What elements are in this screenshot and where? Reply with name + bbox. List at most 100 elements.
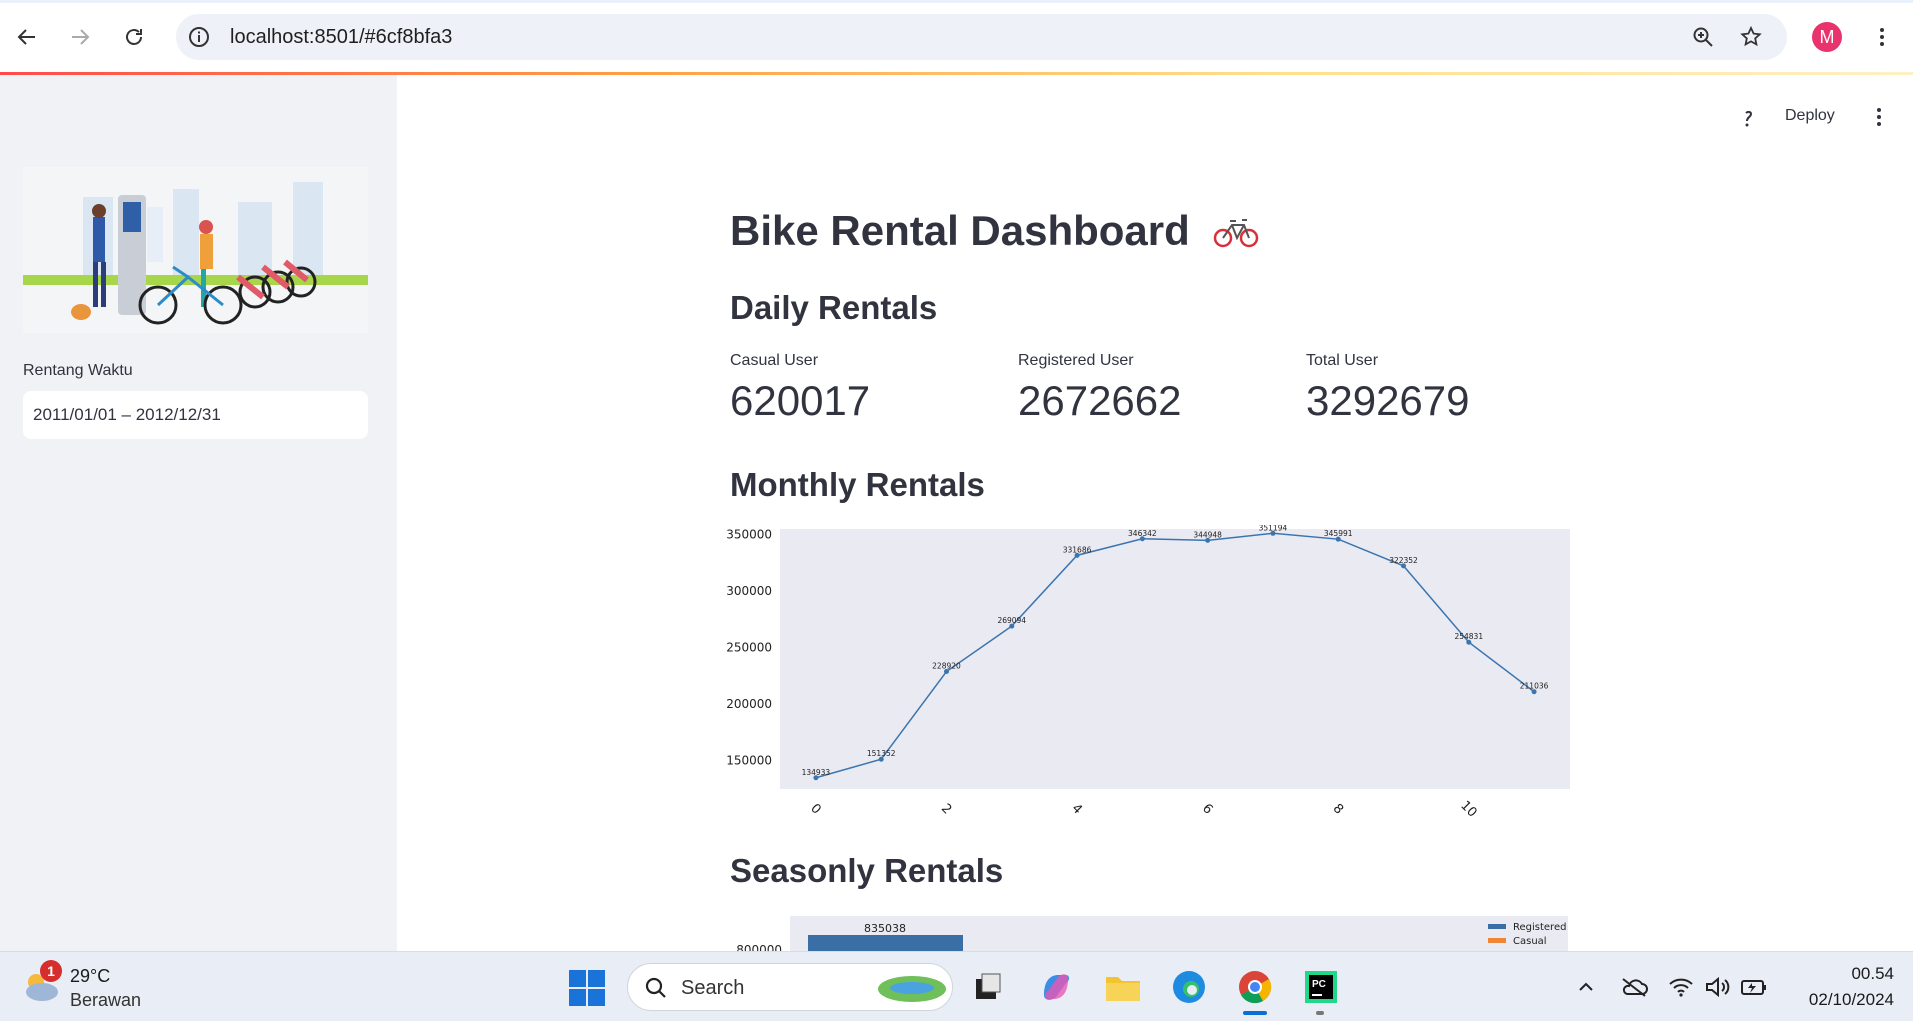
- back-button[interactable]: [10, 20, 44, 54]
- arrow-left-icon: [17, 29, 35, 45]
- seasonly-rentals-heading: Seasonly Rentals: [730, 852, 1004, 889]
- data-label: 344948: [1193, 530, 1222, 539]
- task-view-icon: [976, 973, 1001, 999]
- y-tick-label: 300000: [727, 584, 772, 598]
- task-view-app[interactable]: [967, 966, 1009, 1008]
- deploy-button[interactable]: Deploy: [1785, 107, 1835, 125]
- windows-start-icon[interactable]: [569, 970, 605, 1006]
- data-label: 211036: [1520, 682, 1549, 691]
- data-label: 351194: [1259, 525, 1288, 532]
- volume-icon[interactable]: [1704, 976, 1730, 998]
- weather-temperature[interactable]: 29°C: [70, 966, 110, 987]
- x-tick-label: 10: [1457, 798, 1479, 820]
- copilot-app[interactable]: [1035, 966, 1077, 1008]
- legend-label: Registered: [1513, 922, 1566, 933]
- address-bar[interactable]: localhost:8501/#6cf8bfa3: [176, 14, 1787, 60]
- total-user-value: 3292679: [1306, 377, 1470, 424]
- reload-icon: [126, 29, 142, 45]
- wifi-icon[interactable]: [1668, 976, 1694, 998]
- pycharm-icon: PC: [1305, 971, 1337, 1003]
- y-tick-label: 150000: [727, 754, 772, 768]
- battery-icon[interactable]: [1740, 976, 1768, 998]
- y-tick-label: 200000: [727, 697, 772, 711]
- x-tick-label: 2: [938, 801, 954, 817]
- total-user-label: Total User: [1306, 352, 1379, 369]
- rerun-status-icon[interactable]: [1737, 105, 1761, 129]
- data-label: 331686: [1063, 545, 1092, 554]
- data-label: 228920: [932, 662, 961, 671]
- info-icon: [189, 27, 209, 47]
- page-title: Bike Rental Dashboard: [730, 207, 1259, 255]
- page-title-text: Bike Rental Dashboard: [730, 207, 1190, 254]
- file-explorer-app[interactable]: [1102, 966, 1144, 1008]
- data-label: 346342: [1128, 529, 1157, 538]
- monthly-rentals-chart: 150000 200000 250000 300000 350000 0 2 4 6 8 10 134…: [727, 525, 1570, 821]
- forward-button[interactable]: [63, 20, 97, 54]
- reload-button[interactable]: [117, 20, 151, 54]
- taskbar-search[interactable]: Search: [627, 963, 953, 1011]
- date-range-input[interactable]: 2011/01/01 – 2012/12/31: [23, 391, 368, 439]
- main-content: Deploy Bike Rental Dashboard Daily Renta…: [397, 75, 1913, 951]
- pycharm-app[interactable]: PC: [1300, 966, 1342, 1008]
- taskbar: 1 29°C Berawan Search PC 00.54 02/10/202…: [0, 951, 1913, 1021]
- plot-background: [780, 529, 1570, 789]
- registered-user-value: 2672662: [1018, 377, 1182, 424]
- x-tick-label: 6: [1199, 801, 1215, 817]
- search-highlight-icon: [878, 976, 946, 1002]
- chrome-icon: [1239, 971, 1272, 1004]
- registered-user-label: Registered User: [1018, 352, 1134, 369]
- legend-swatch: [1488, 938, 1506, 943]
- svg-text:PC: PC: [1312, 979, 1326, 990]
- tab-strip-line: [0, 0, 1913, 3]
- profile-avatar[interactable]: M: [1812, 22, 1842, 52]
- weather-badge: 1: [40, 960, 62, 982]
- bar-value-label: 835038: [864, 922, 906, 935]
- chevron-up-icon[interactable]: [1576, 977, 1596, 997]
- copilot-icon: [1044, 974, 1069, 1000]
- data-label: 254831: [1454, 632, 1483, 641]
- clock-time[interactable]: 00.54: [1794, 964, 1894, 984]
- chrome-app[interactable]: [1234, 966, 1276, 1008]
- casual-user-label: Casual User: [730, 352, 819, 369]
- edge-icon: [1173, 971, 1205, 1003]
- onedrive-icon[interactable]: [1620, 976, 1648, 998]
- app-menu-icon[interactable]: [1867, 105, 1891, 129]
- y-tick-label: 350000: [727, 528, 772, 542]
- browser-toolbar: localhost:8501/#6cf8bfa3 M: [0, 0, 1913, 75]
- chrome-active-indicator: [1243, 1011, 1267, 1015]
- legend-swatch: [1488, 924, 1506, 929]
- monthly-rentals-heading: Monthly Rentals: [730, 466, 985, 503]
- data-label: 322352: [1389, 556, 1418, 565]
- weather-description[interactable]: Berawan: [70, 990, 141, 1011]
- search-label: Search: [681, 977, 745, 999]
- profile-initial: M: [1819, 27, 1835, 47]
- legend-label: Casual: [1513, 936, 1547, 947]
- date-range-label: Rentang Waktu: [23, 362, 133, 379]
- bike-share-illustration: [23, 167, 368, 333]
- clock-date[interactable]: 02/10/2024: [1784, 990, 1894, 1010]
- x-tick-label: 4: [1068, 801, 1084, 817]
- seasonly-rentals-chart: 835038 800000 Registered Casual: [736, 916, 1568, 951]
- url-text[interactable]: localhost:8501/#6cf8bfa3: [230, 26, 452, 49]
- y-tick-label: 250000: [727, 641, 772, 655]
- data-label: 269094: [997, 616, 1026, 625]
- bicycle-icon: [1214, 219, 1259, 248]
- bar-registered: [808, 935, 963, 951]
- sidebar: Rentang Waktu 2011/01/01 – 2012/12/31: [0, 75, 397, 951]
- data-label: 345991: [1324, 529, 1353, 538]
- pycharm-running-indicator: [1316, 1011, 1324, 1015]
- daily-rentals-heading: Daily Rentals: [730, 289, 938, 326]
- bookmark-star-icon[interactable]: [1739, 25, 1763, 49]
- edge-app[interactable]: [1168, 966, 1210, 1008]
- folder-icon: [1106, 977, 1140, 1001]
- x-tick-label: 8: [1330, 801, 1346, 817]
- arrow-right-icon: [72, 29, 90, 45]
- zoom-icon[interactable]: [1691, 25, 1715, 49]
- search-icon: [645, 977, 666, 998]
- y-tick-label: 800000: [736, 943, 782, 951]
- casual-user-value: 620017: [730, 377, 871, 424]
- browser-menu-icon[interactable]: [1870, 25, 1894, 49]
- data-label: 134933: [802, 768, 831, 777]
- data-label: 151352: [867, 749, 896, 758]
- x-tick-label: 0: [807, 801, 823, 817]
